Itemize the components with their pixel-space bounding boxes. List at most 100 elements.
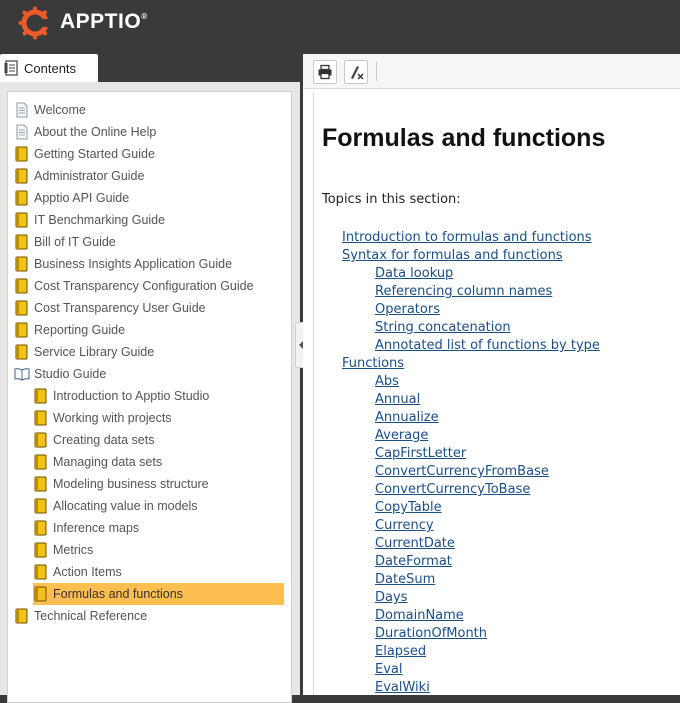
toc-item[interactable]: Technical Reference — [14, 605, 278, 627]
table-of-contents: Welcome About the Online Help Getting Star… — [7, 91, 292, 703]
topic-link[interactable]: DateFormat — [375, 554, 452, 569]
toc-item[interactable]: Managing data sets — [33, 451, 278, 473]
toc-item[interactable]: Getting Started Guide — [14, 143, 278, 165]
topic-link[interactable]: DomainName — [375, 608, 464, 623]
toc-item-label: About the Online Help — [34, 125, 157, 139]
topic-link[interactable]: Syntax for formulas and functions — [342, 248, 563, 263]
topic-link[interactable]: CapFirstLetter — [375, 446, 466, 461]
toc-item[interactable]: Business Insights Application Guide — [14, 253, 278, 275]
toc-item-label: Reporting Guide — [34, 323, 126, 337]
topics-intro: Topics in this section: — [322, 192, 461, 207]
open-book-icon — [14, 366, 30, 382]
topic-link[interactable]: Functions — [342, 356, 404, 371]
toc-item[interactable]: About the Online Help — [14, 121, 278, 143]
toc-item[interactable]: Welcome — [14, 99, 278, 121]
toc-item-label: Allocating value in models — [53, 499, 198, 513]
toc-item[interactable]: Modeling business structure — [33, 473, 278, 495]
topic-link[interactable]: DurationOfMonth — [375, 626, 487, 641]
toc-item[interactable]: Working with projects — [33, 407, 278, 429]
toc-item[interactable]: Cost Transparency User Guide — [14, 297, 278, 319]
book-icon — [14, 322, 30, 338]
book-icon — [33, 476, 49, 492]
toc-item-label: Inference maps — [53, 521, 140, 535]
toc-item-label: Getting Started Guide — [34, 147, 155, 161]
topic-link[interactable]: Annualize — [375, 410, 439, 425]
app-header: APPTIO® — [0, 0, 680, 48]
book-icon — [33, 410, 49, 426]
toc-item-label: Welcome — [34, 103, 86, 117]
book-icon — [33, 432, 49, 448]
book-icon — [14, 190, 30, 206]
topic-link[interactable]: Referencing column names — [375, 284, 552, 299]
navigation-panel: Welcome About the Online Help Getting Star… — [0, 82, 300, 703]
book-icon — [14, 344, 30, 360]
toc-item-label: Service Library Guide — [34, 345, 155, 359]
toc-item-label: Managing data sets — [53, 455, 163, 469]
book-icon — [33, 498, 49, 514]
toc-item-label: Modeling business structure — [53, 477, 209, 491]
toc-item-label: Apptio API Guide — [34, 191, 130, 205]
book-icon — [33, 520, 49, 536]
topic-link[interactable]: Annotated list of functions by type — [375, 338, 600, 353]
topic-link[interactable]: DateSum — [375, 572, 435, 587]
toc-item[interactable]: Creating data sets — [33, 429, 278, 451]
topic-link[interactable]: Currency — [375, 518, 434, 533]
book-icon — [14, 212, 30, 228]
print-button[interactable] — [313, 60, 337, 84]
toc-item-label: Administrator Guide — [34, 169, 145, 183]
toc-item-label: Cost Transparency Configuration Guide — [34, 279, 254, 293]
topic-link[interactable]: CurrentDate — [375, 536, 455, 551]
toc-item-label: Creating data sets — [53, 433, 155, 447]
toc-item[interactable]: Allocating value in models — [33, 495, 278, 517]
toc-item[interactable]: Reporting Guide — [14, 319, 278, 341]
toc-item[interactable]: IT Benchmarking Guide — [14, 209, 278, 231]
topic-link[interactable]: Average — [375, 428, 428, 443]
tab-contents[interactable]: Contents — [0, 54, 98, 82]
topic-content: Formulas and functions Topics in this se… — [313, 92, 680, 695]
topic-link[interactable]: Elapsed — [375, 644, 426, 659]
toc-item[interactable]: Action Items — [33, 561, 278, 583]
topic-link[interactable]: Eval — [375, 662, 403, 677]
toc-item-label: Metrics — [53, 543, 94, 557]
book-icon — [33, 454, 49, 470]
remove-highlight-icon — [351, 66, 364, 80]
toc-item[interactable]: Bill of IT Guide — [14, 231, 278, 253]
toc-item-label: Action Items — [53, 565, 122, 579]
topic-link[interactable]: Annual — [375, 392, 420, 407]
book-icon — [33, 542, 49, 558]
topic-link[interactable]: Operators — [375, 302, 440, 317]
toc-item[interactable]: Inference maps — [33, 517, 278, 539]
page-icon — [14, 102, 30, 118]
toc-item-label: Introduction to Apptio Studio — [53, 389, 210, 403]
toc-item[interactable]: Introduction to Apptio Studio — [33, 385, 278, 407]
topic-link[interactable]: String concatenation — [375, 320, 511, 335]
tab-strip: Contents — [0, 48, 300, 82]
topic-link[interactable]: Abs — [375, 374, 399, 389]
toc-item-label: Working with projects — [53, 411, 172, 425]
toc-item[interactable]: Formulas and functions — [33, 583, 284, 605]
tab-contents-label: Contents — [24, 61, 77, 76]
topic-panel: Formulas and functions Topics in this se… — [303, 54, 680, 695]
topic-link[interactable]: ConvertCurrencyToBase — [375, 482, 530, 497]
toc-item[interactable]: Administrator Guide — [14, 165, 278, 187]
book-icon — [14, 234, 30, 250]
toc-item-label: Formulas and functions — [53, 587, 183, 601]
toc-item[interactable]: Cost Transparency Configuration Guide — [14, 275, 278, 297]
book-icon — [14, 168, 30, 184]
topic-link[interactable]: Data lookup — [375, 266, 453, 281]
toc-item[interactable]: Service Library Guide — [14, 341, 278, 363]
toc-item-label: Bill of IT Guide — [34, 235, 116, 249]
toc-item[interactable]: Apptio API Guide — [14, 187, 278, 209]
topic-link[interactable]: Days — [375, 590, 407, 605]
topic-link[interactable]: ConvertCurrencyFromBase — [375, 464, 549, 479]
toc-item[interactable]: Studio Guide — [14, 363, 278, 385]
print-icon — [318, 64, 332, 80]
topic-link[interactable]: EvalWiki — [375, 680, 430, 695]
topic-link[interactable]: Introduction to formulas and functions — [342, 230, 592, 245]
topic-link[interactable]: CopyTable — [375, 500, 442, 515]
toc-item[interactable]: Metrics — [33, 539, 278, 561]
toc-item-label: Technical Reference — [34, 609, 148, 623]
book-icon — [14, 608, 30, 624]
remove-highlight-button[interactable] — [344, 60, 368, 84]
toc-item-label: Studio Guide — [34, 367, 107, 381]
